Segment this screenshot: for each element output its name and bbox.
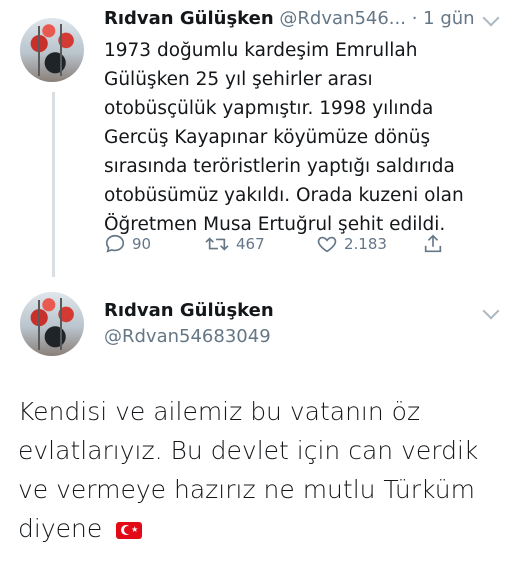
like-button[interactable]: 2.183	[316, 233, 387, 255]
retweet-count: 467	[236, 235, 265, 253]
avatar[interactable]	[20, 292, 84, 356]
chevron-down-icon[interactable]	[482, 9, 500, 27]
author-name[interactable]: Rıdvan Gülüşken	[104, 8, 274, 29]
avatar[interactable]	[20, 18, 84, 82]
chevron-down-icon[interactable]	[482, 302, 500, 320]
reply-button[interactable]: 90	[104, 233, 151, 255]
reply-count: 90	[132, 235, 152, 253]
tweet-text: Kendisi ve ailemiz bu vatanın öz evlatla…	[18, 392, 498, 548]
tweet-actions: 90 467 2.183	[104, 233, 464, 257]
reply-icon	[105, 234, 125, 253]
tweet-body: Kendisi ve ailemiz bu vatanın öz evlatla…	[18, 397, 479, 543]
retweet-button[interactable]: 467	[204, 233, 265, 255]
turkey-flag-icon: ★	[116, 521, 143, 539]
tweet-timestamp[interactable]: 1 gün	[423, 8, 474, 29]
share-icon	[424, 234, 442, 253]
like-count: 2.183	[344, 235, 387, 253]
author-handle[interactable]: @Rdvan54683049	[104, 326, 271, 347]
tweet-text: 1973 doğumlu kardeşim Emrullah Gülüşken …	[104, 40, 464, 235]
author-handle[interactable]: @Rdvan546...	[279, 8, 406, 29]
retweet-icon	[205, 237, 229, 251]
author-name[interactable]: Rıdvan Gülüşken	[104, 300, 274, 321]
header-separator: ·	[411, 8, 418, 29]
heart-icon	[317, 236, 337, 253]
tweet-header: Rıdvan Gülüşken @Rdvan546... · 1 gün	[104, 8, 475, 29]
share-button[interactable]	[422, 233, 450, 255]
thread-connector-line	[52, 92, 55, 277]
